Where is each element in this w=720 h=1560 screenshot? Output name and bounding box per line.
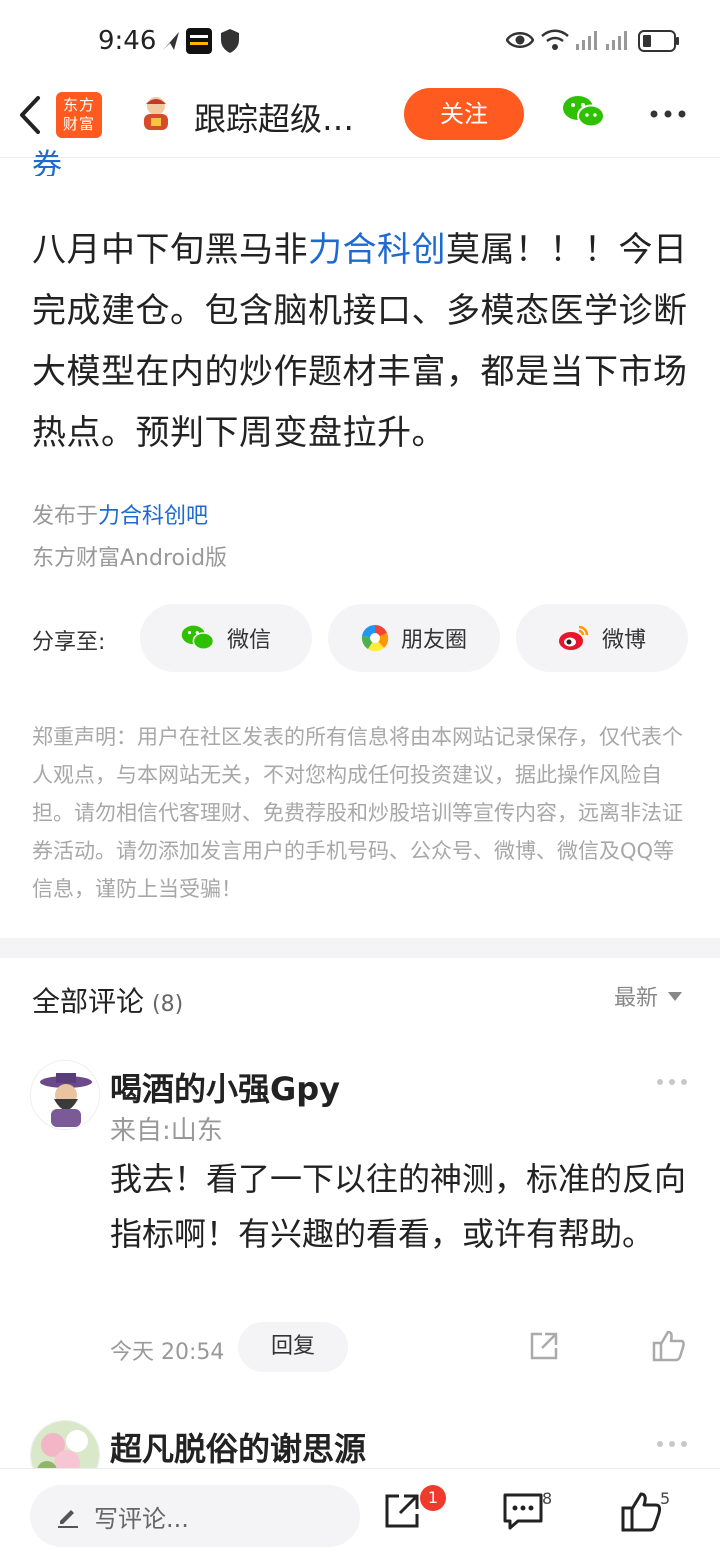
thumbs-up-icon[interactable] [652,1330,686,1362]
signal-icon [606,31,627,50]
dropdown-arrow-icon [668,991,683,1001]
status-bar: 9:46 [0,0,720,80]
more-options-icon[interactable] [656,1438,688,1450]
disclaimer: 郑重声明：用户在社区发表的所有信息将由本网站记录保存，仅代表个人观点，与本网站无… [32,725,683,901]
signal-icon [576,31,597,50]
published-in: 发布于力合科创吧 [32,498,208,530]
wechat-icon [181,625,215,650]
more-options-icon[interactable] [648,94,688,134]
sort-dropdown[interactable]: 最新 [614,980,683,1012]
status-time: 9:46 [98,26,157,56]
like-count: 5 [660,1489,671,1508]
bottom-action-bar: 写评论... 1 8 5 [0,1468,720,1560]
sort-label: 最新 [614,986,659,1011]
pencil-icon [58,1510,78,1528]
forum-title[interactable]: 跟踪超级… [194,94,354,140]
clipped-previous-text: 券 [32,148,62,176]
navigation-arrow-icon [163,32,179,50]
share-moments-button[interactable]: 朋友圈 [328,604,500,672]
app-logo: 东方 财富 [56,92,102,138]
share-icon[interactable] [382,1491,422,1531]
wifi-icon [541,29,569,50]
share-count-badge: 1 [420,1485,446,1511]
forum-avatar[interactable] [136,94,176,134]
battery-icon [638,30,679,52]
client-info: 东方财富Android版 [32,546,228,571]
comment-username[interactable]: 超凡脱俗的谢思源 [110,1424,366,1470]
share-label-moments: 朋友圈 [400,628,467,653]
share-label-wechat: 微信 [226,628,271,653]
comment-input[interactable]: 写评论... [30,1485,360,1547]
logo-text: 东方 [62,96,95,114]
share-label: 分享至: [32,630,106,655]
comments-header: 全部评论 (8) [32,980,183,1020]
eye-icon [506,32,534,48]
comment-icon[interactable] [502,1491,544,1531]
post-body: 八月中下旬黑马非力合科创莫属！！！今日完成建仓。包含脑机接口、多模态医学诊断大模… [32,220,692,464]
share-icon[interactable] [528,1330,560,1362]
published-prefix: 发布于 [32,504,99,529]
comments-title: 全部评论 [32,985,145,1018]
comment-username[interactable]: 喝酒的小强Gpy [110,1064,340,1110]
logo-text: 财富 [62,115,95,133]
comment-location: 来自:山东 [110,1116,223,1146]
share-wechat-button[interactable]: 微信 [140,604,312,672]
section-divider [0,938,720,958]
stock-link[interactable]: 力合科创 [308,230,446,270]
follow-button[interactable]: 关注 [404,88,524,140]
weather-app-icon [186,28,212,54]
user-avatar-image [31,1061,99,1129]
comment-text: 我去！看了一下以往的神测，标准的反向指标啊！有兴趣的看看，或许有帮助。 [110,1160,687,1253]
weibo-icon [558,625,589,650]
avatar[interactable] [30,1060,100,1130]
moments-icon [361,624,389,652]
reply-button[interactable]: 回复 [238,1322,348,1372]
top-nav-bar: 东方 财富 跟踪超级… 关注 [0,80,720,158]
comment-input-placeholder: 写评论... [94,1504,189,1533]
comment-time: 今天 20:54 [110,1340,225,1365]
post-text: 八月中下旬黑马非 [32,230,308,270]
back-button[interactable] [14,92,48,138]
wechat-icon[interactable] [562,94,606,130]
comments-count: (8) [152,992,184,1017]
forum-link[interactable]: 力合科创吧 [98,504,208,529]
share-weibo-button[interactable]: 微博 [516,604,688,672]
more-options-icon[interactable] [656,1076,688,1088]
share-label-weibo: 微博 [601,628,646,653]
thumbs-up-icon[interactable] [620,1491,662,1533]
shield-icon [221,29,239,53]
comment-count: 8 [542,1489,553,1508]
